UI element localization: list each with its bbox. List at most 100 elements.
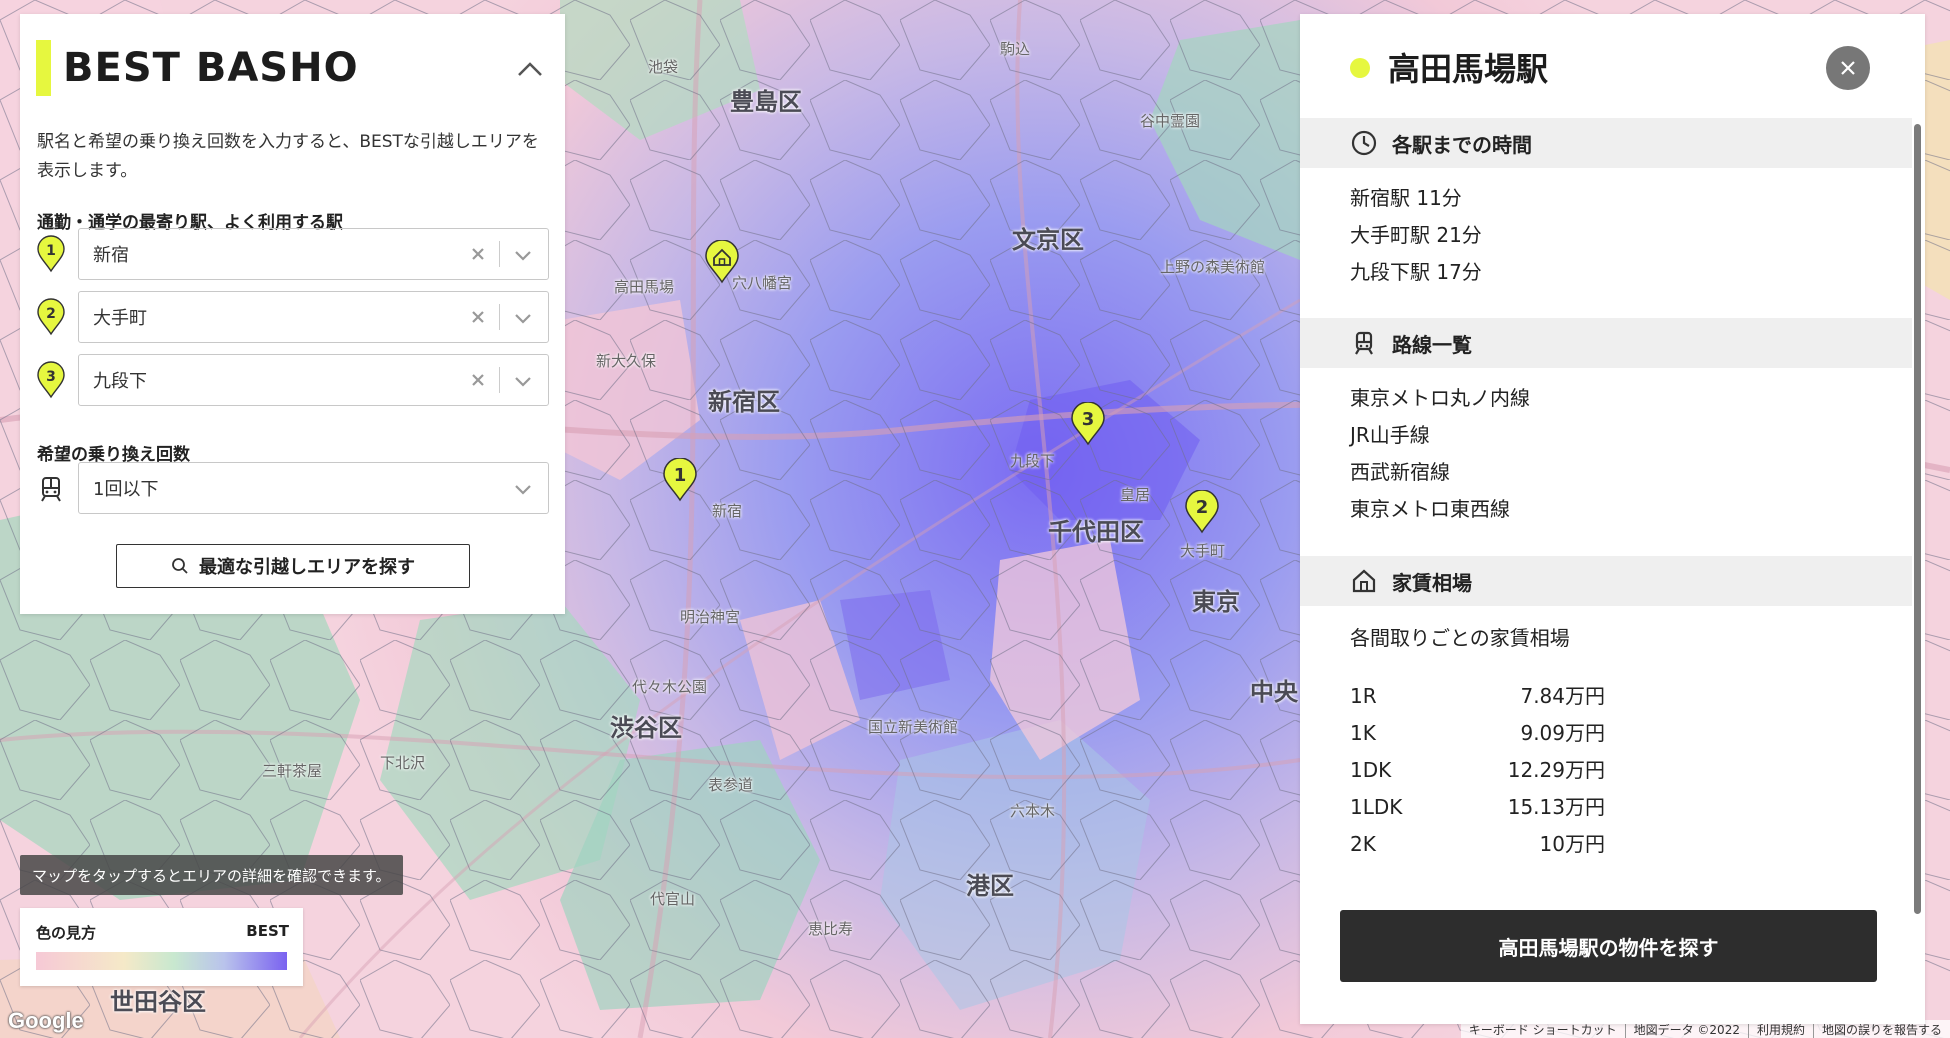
list-item: 東京メトロ東西線 (1350, 497, 1510, 521)
map-label-chuo: 中央 (1250, 678, 1298, 706)
map-label-daikanyama: 代官山 (650, 890, 696, 908)
number-pin-2-icon: 2 (36, 298, 66, 336)
close-button[interactable] (1826, 46, 1870, 90)
transfer-select[interactable]: 1回以下 (78, 462, 549, 514)
station-name: 高田馬場駅 (1388, 50, 1549, 88)
lines-list: 東京メトロ丸ノ内線 JR山手線 西武新宿線 東京メトロ東西線 (1350, 380, 1530, 528)
map-label-shinjuku: 新宿区 (708, 388, 780, 416)
legend-best-label: BEST (246, 922, 289, 940)
chevron-down-icon[interactable] (512, 244, 534, 266)
svg-text:3: 3 (46, 369, 56, 385)
close-icon (1841, 61, 1855, 75)
list-item: 九段下駅 17分 (1350, 260, 1482, 284)
scrollbar[interactable] (1914, 124, 1921, 914)
rent-layout: 1R (1350, 684, 1377, 708)
brand: BEST BASHO (36, 40, 359, 96)
map-label-bunkyo: 文京区 (1012, 226, 1084, 254)
station-dot-icon (1350, 58, 1370, 78)
station-row-2: 2 大手町 (36, 291, 549, 343)
chevron-down-icon[interactable] (512, 478, 534, 500)
select-separator (499, 367, 500, 393)
map-label-shimokitazawa: 下北沢 (380, 754, 426, 772)
section-lines: 路線一覧 (1300, 318, 1912, 368)
rent-table[interactable]: 1R 7.84万円 1K 9.09万円 1DK 12.29万円 1LDK 15.13万円… (1350, 678, 1605, 873)
number-pin-3-icon: 3 (36, 361, 66, 399)
search-icon (172, 558, 188, 574)
rent-note: 各間取りごとの家賃相場 (1350, 626, 1570, 650)
select-separator (499, 304, 500, 330)
section-title: 各駅までの時間 (1392, 132, 1532, 157)
station-select-value: 大手町 (93, 308, 147, 329)
number-pin-1-icon: 1 (36, 235, 66, 273)
chevron-up-icon (518, 62, 542, 76)
map-label-kudanshita: 九段下 (1010, 452, 1056, 470)
section-rent: 家賃相場 (1300, 556, 1912, 606)
station-select-value: 九段下 (93, 371, 147, 392)
search-area-button-label: 最適な引越しエリアを探す (199, 557, 415, 578)
color-legend: 色の見方 BEST (20, 908, 303, 986)
list-item: 新宿駅 11分 (1350, 186, 1462, 210)
list-item: 大手町駅 21分 (1350, 223, 1482, 247)
map-label-ebisu: 恵比寿 (808, 920, 854, 938)
map-label-takadanobaba: 高田馬場 (614, 278, 675, 296)
clear-icon[interactable] (466, 305, 490, 329)
find-properties-button[interactable]: 高田馬場駅の物件を探す (1340, 910, 1877, 982)
search-panel: BEST BASHO 駅名と希望の乗り換え回数を入力すると、BESTな引越しエリ… (20, 14, 565, 614)
select-separator (499, 241, 500, 267)
search-area-button[interactable]: 最適な引越しエリアを探す (116, 544, 470, 588)
map-label-kokyo: 皇居 (1120, 486, 1151, 504)
station-select-2[interactable]: 大手町 (78, 291, 549, 343)
map-label-setagaya: 世田谷区 (110, 988, 206, 1016)
map-label-chiyoda: 千代田区 (1048, 518, 1144, 546)
map-pin-2[interactable]: 2 (1184, 490, 1220, 534)
rent-price: 10万円 (1539, 832, 1605, 856)
map-pin-1[interactable]: 1 (662, 458, 698, 502)
svg-text:1: 1 (674, 465, 687, 486)
google-logo[interactable]: Google (8, 1008, 84, 1034)
station-row-1: 1 新宿 (36, 228, 549, 280)
train-icon (36, 469, 66, 507)
clear-icon[interactable] (466, 242, 490, 266)
table-row: 2K 10万円 (1350, 826, 1605, 863)
clock-icon (1351, 130, 1377, 156)
map-label-ikebukuro: 池袋 (648, 58, 679, 76)
transfer-select-value: 1回以下 (93, 479, 159, 500)
list-item: 東京メトロ丸ノ内線 (1350, 386, 1530, 410)
table-row: 1K 9.09万円 (1350, 715, 1605, 752)
svg-text:2: 2 (46, 306, 56, 322)
map-label-ueno-museum: 上野の森美術館 (1160, 258, 1266, 276)
rent-layout: 1DK (1350, 758, 1392, 782)
brand-accent-bar (36, 40, 51, 96)
section-title: 家賃相場 (1392, 570, 1472, 595)
map-label-shinjuku-station: 新宿 (712, 502, 743, 520)
chevron-down-icon[interactable] (512, 307, 534, 329)
home-icon (1352, 569, 1376, 593)
rent-price: 7.84万円 (1520, 684, 1605, 708)
table-row: 1DK 12.29万円 (1350, 752, 1605, 789)
map-label-tokyo: 東京 (1192, 588, 1240, 616)
map-label-toshima: 豊島区 (730, 88, 802, 116)
map-pin-3[interactable]: 3 (1070, 402, 1106, 446)
home-icon[interactable] (704, 240, 740, 284)
svg-text:2: 2 (1196, 497, 1209, 518)
map-label-yoyogi-park: 代々木公園 (632, 678, 708, 696)
chevron-down-icon[interactable] (512, 370, 534, 392)
station-select-1[interactable]: 新宿 (78, 228, 549, 280)
legend-gradient-bar (36, 952, 287, 970)
map-tooltip: マップをタップするとエリアの詳細を確認できます。 (20, 855, 403, 895)
station-select-value: 新宿 (93, 245, 129, 266)
station-detail-panel: 高田馬場駅 各駅までの時間 新宿駅 11分 大手町駅 21分 九段下駅 17分 … (1300, 14, 1925, 1024)
rent-layout: 1K (1350, 721, 1376, 745)
station-select-3[interactable]: 九段下 (78, 354, 549, 406)
clear-icon[interactable] (466, 368, 490, 392)
map-label-national-art-center: 国立新美術館 (868, 718, 959, 736)
rent-price: 15.13万円 (1507, 795, 1605, 819)
list-item: 西武新宿線 (1350, 460, 1450, 484)
section-title: 路線一覧 (1392, 332, 1472, 357)
list-item: JR山手線 (1350, 423, 1430, 447)
map-label-yanaka: 谷中霊園 (1140, 112, 1201, 130)
map-label-roppongi: 六本木 (1010, 802, 1056, 820)
train-icon (1355, 331, 1373, 355)
rent-layout: 2K (1350, 832, 1376, 856)
collapse-button[interactable] (515, 54, 545, 84)
